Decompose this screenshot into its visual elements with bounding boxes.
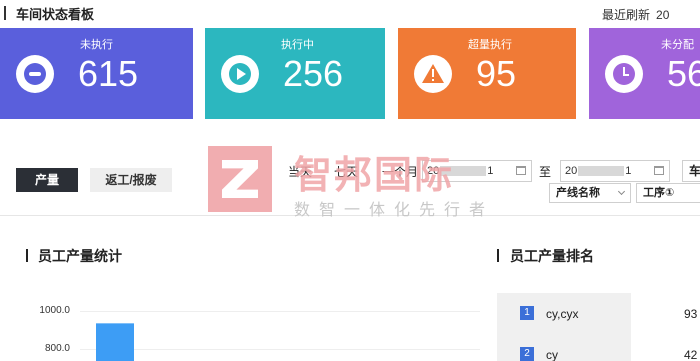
card-over-executed[interactable]: 超量执行 95	[398, 28, 576, 119]
rank-badge: 1	[520, 306, 534, 320]
rank-name: cy,cyx	[546, 307, 579, 321]
watermark: 智邦国际 数智一体化先行者	[208, 144, 498, 220]
date-from-input[interactable]: 20 1	[422, 160, 532, 182]
range-today[interactable]: 当天	[288, 163, 312, 180]
date-range-separator: 至	[539, 165, 552, 179]
card-executing[interactable]: 执行中 256	[205, 28, 385, 119]
header: 车间状态看板 最近刷新 20	[0, 0, 700, 26]
calendar-icon	[654, 166, 664, 175]
tab-rework-scrap[interactable]: 返工/报废	[90, 168, 172, 192]
date-to-input[interactable]: 20 1	[560, 160, 670, 182]
date-from-prefix: 20	[427, 165, 440, 177]
output-chart	[96, 323, 134, 361]
process-select[interactable]: 工序①	[636, 183, 700, 203]
card-value: 56	[667, 53, 700, 94]
line-select-value: 产线名称	[556, 187, 600, 199]
card-unexecuted[interactable]: 未执行 615	[0, 28, 193, 119]
section-accent-bar	[26, 249, 28, 262]
chart-bar[interactable]	[96, 323, 134, 361]
redacted-block	[440, 166, 487, 177]
ranking-section-title: 员工产量排名	[510, 248, 594, 264]
redacted-block	[578, 166, 625, 177]
title-accent-bar	[4, 6, 6, 20]
range-one-month[interactable]: 一个月	[382, 163, 418, 180]
rank-name: cy	[546, 348, 558, 361]
page-title: 车间状态看板	[16, 7, 95, 22]
last-refresh: 最近刷新 20	[602, 6, 669, 23]
calendar-icon	[516, 166, 526, 175]
watermark-logo-icon	[208, 146, 272, 212]
tab-output[interactable]: 产量	[16, 168, 78, 192]
refresh-value: 20	[656, 8, 670, 22]
workshop-select[interactable]: 车	[682, 160, 700, 182]
stats-section-title: 员工产量统计	[38, 248, 122, 264]
clock-icon	[605, 55, 643, 93]
watermark-sub: 数智一体化先行者	[294, 202, 495, 219]
section-accent-bar	[497, 249, 499, 262]
play-circle-icon	[221, 55, 259, 93]
date-to-suffix: 1	[625, 165, 632, 177]
workshop-dashboard: 车间状态看板 最近刷新 20 未执行 615 执行中 256 超量执行 95 未分…	[0, 0, 700, 361]
refresh-label: 最近刷新	[602, 8, 651, 22]
card-value: 95	[476, 53, 517, 94]
divider	[0, 215, 700, 216]
minus-circle-icon	[16, 55, 54, 93]
date-to-prefix: 20	[565, 165, 578, 177]
range-seven-days[interactable]: 七天	[334, 163, 358, 180]
date-from-suffix: 1	[487, 165, 494, 177]
chevron-down-icon	[617, 187, 626, 196]
card-unassigned[interactable]: 未分配 56	[589, 28, 700, 119]
card-value: 256	[283, 53, 344, 94]
rank-value: 42	[684, 348, 698, 361]
y-tick-label: 800.0	[44, 343, 70, 354]
line-select[interactable]: 产线名称	[549, 183, 631, 203]
ranking-names-panel	[497, 293, 631, 361]
rank-badge: 2	[520, 347, 534, 361]
process-select-value: 工序①	[643, 187, 675, 199]
warning-icon	[414, 55, 452, 93]
rank-value: 93	[684, 307, 698, 321]
card-value: 615	[78, 53, 139, 94]
y-tick-label: 1000.0	[39, 305, 70, 316]
